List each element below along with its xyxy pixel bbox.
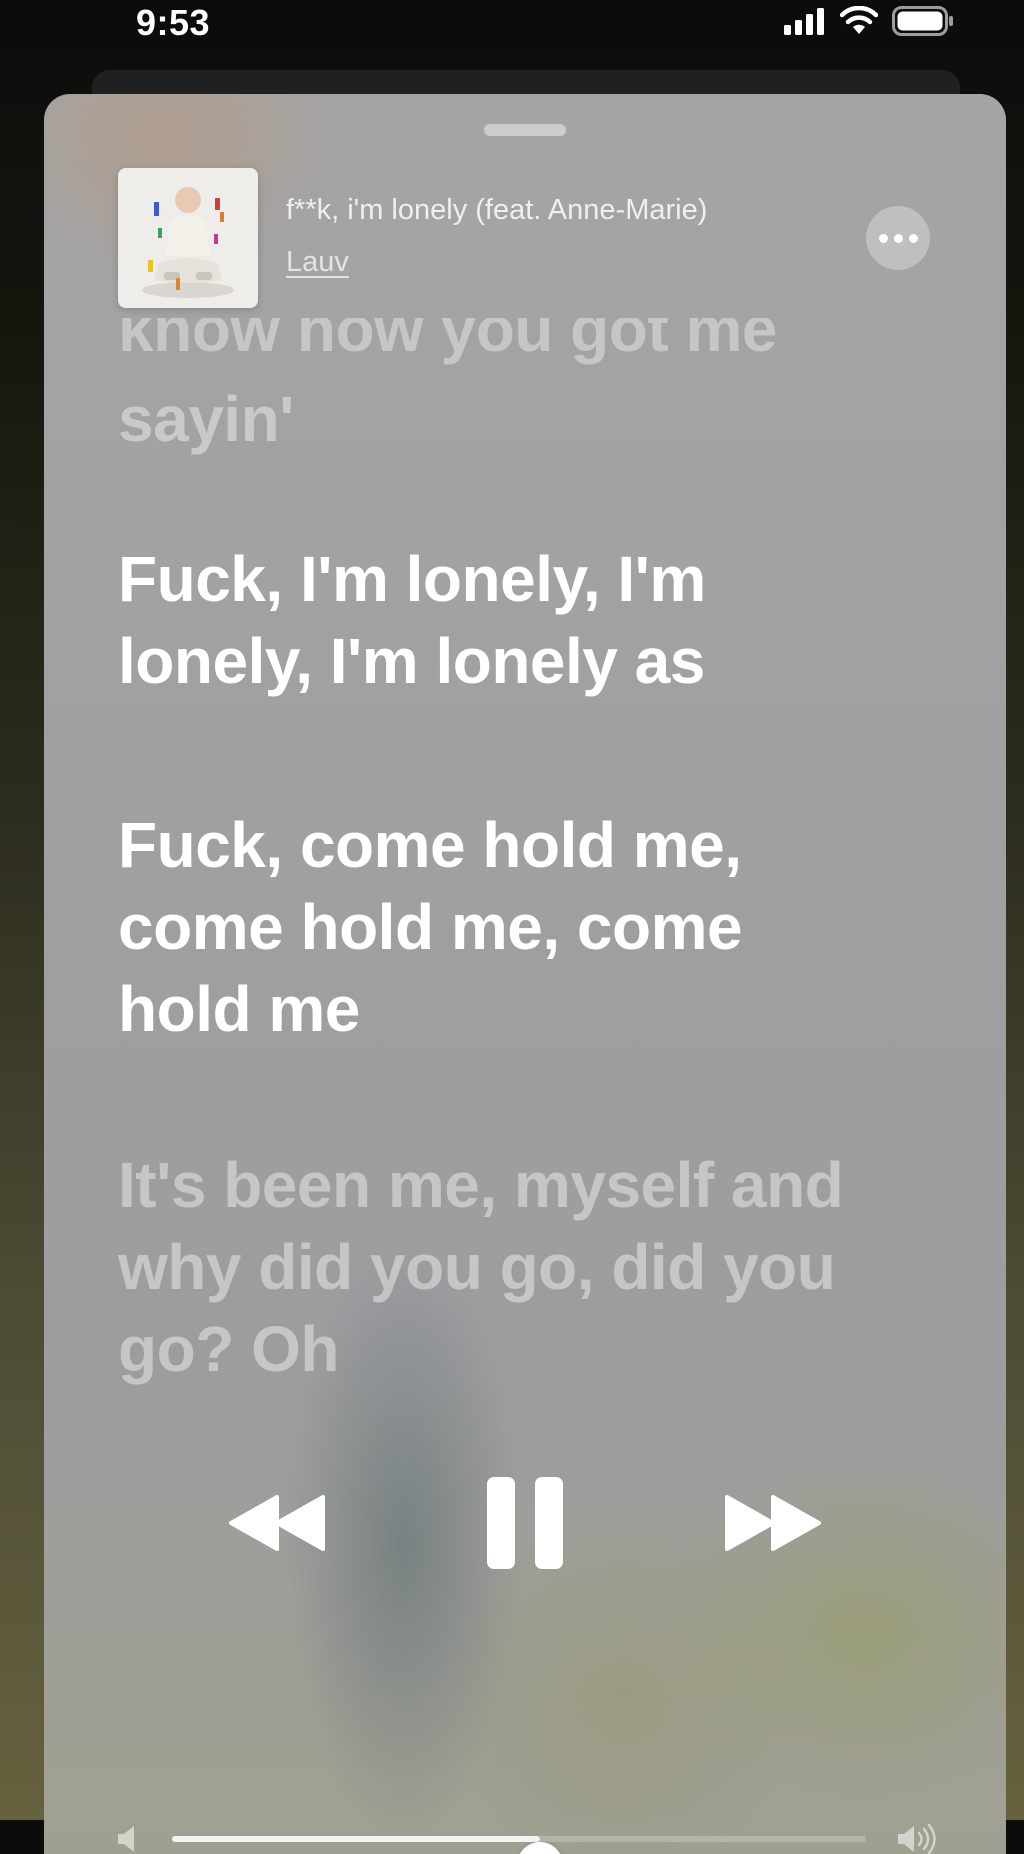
sheet-grabber[interactable] xyxy=(484,124,566,136)
battery-icon xyxy=(892,6,954,41)
playback-controls xyxy=(44,1470,1006,1580)
more-options-button[interactable] xyxy=(866,206,930,270)
lyric-line-faded: know how you got me xyxy=(118,318,918,384)
ellipsis-icon xyxy=(878,233,918,243)
pause-button[interactable] xyxy=(470,1470,580,1580)
volume-control xyxy=(44,1810,1006,1854)
pause-icon xyxy=(485,1476,565,1575)
fast-forward-button[interactable] xyxy=(718,1480,828,1570)
volume-slider-thumb[interactable] xyxy=(516,1842,563,1854)
fast-forward-icon xyxy=(723,1493,823,1558)
artist-link[interactable]: Lauv xyxy=(286,246,349,279)
rewind-icon xyxy=(227,1493,327,1558)
wifi-icon xyxy=(839,5,879,41)
album-artwork[interactable] xyxy=(118,168,258,308)
now-playing-sheet: f**k, i'm lonely (feat. Anne-Marie) Lauv… xyxy=(44,94,1006,1854)
status-time: 9:53 xyxy=(136,2,211,43)
speaker-high-icon xyxy=(896,1823,938,1854)
status-bar: 9:53 xyxy=(0,0,1024,46)
song-title[interactable]: f**k, i'm lonely (feat. Anne-Marie) xyxy=(286,194,806,227)
lyric-text: know how you got me xyxy=(118,318,777,365)
volume-slider[interactable] xyxy=(172,1836,866,1854)
rewind-button[interactable] xyxy=(222,1480,332,1570)
status-icons xyxy=(784,5,954,41)
lyric-line-upcoming[interactable]: It's been me, myself and why did you go,… xyxy=(118,1144,898,1390)
volume-fill xyxy=(172,1836,540,1842)
lyric-line-active[interactable]: Fuck, come hold me, come hold me, come h… xyxy=(118,804,878,1050)
lyric-line-previous[interactable]: sayin' xyxy=(118,378,918,460)
lyric-line-active[interactable]: Fuck, I'm lonely, I'm lonely, I'm lonely… xyxy=(118,538,878,702)
speaker-low-icon xyxy=(116,1824,140,1854)
cellular-signal-icon xyxy=(784,7,826,40)
